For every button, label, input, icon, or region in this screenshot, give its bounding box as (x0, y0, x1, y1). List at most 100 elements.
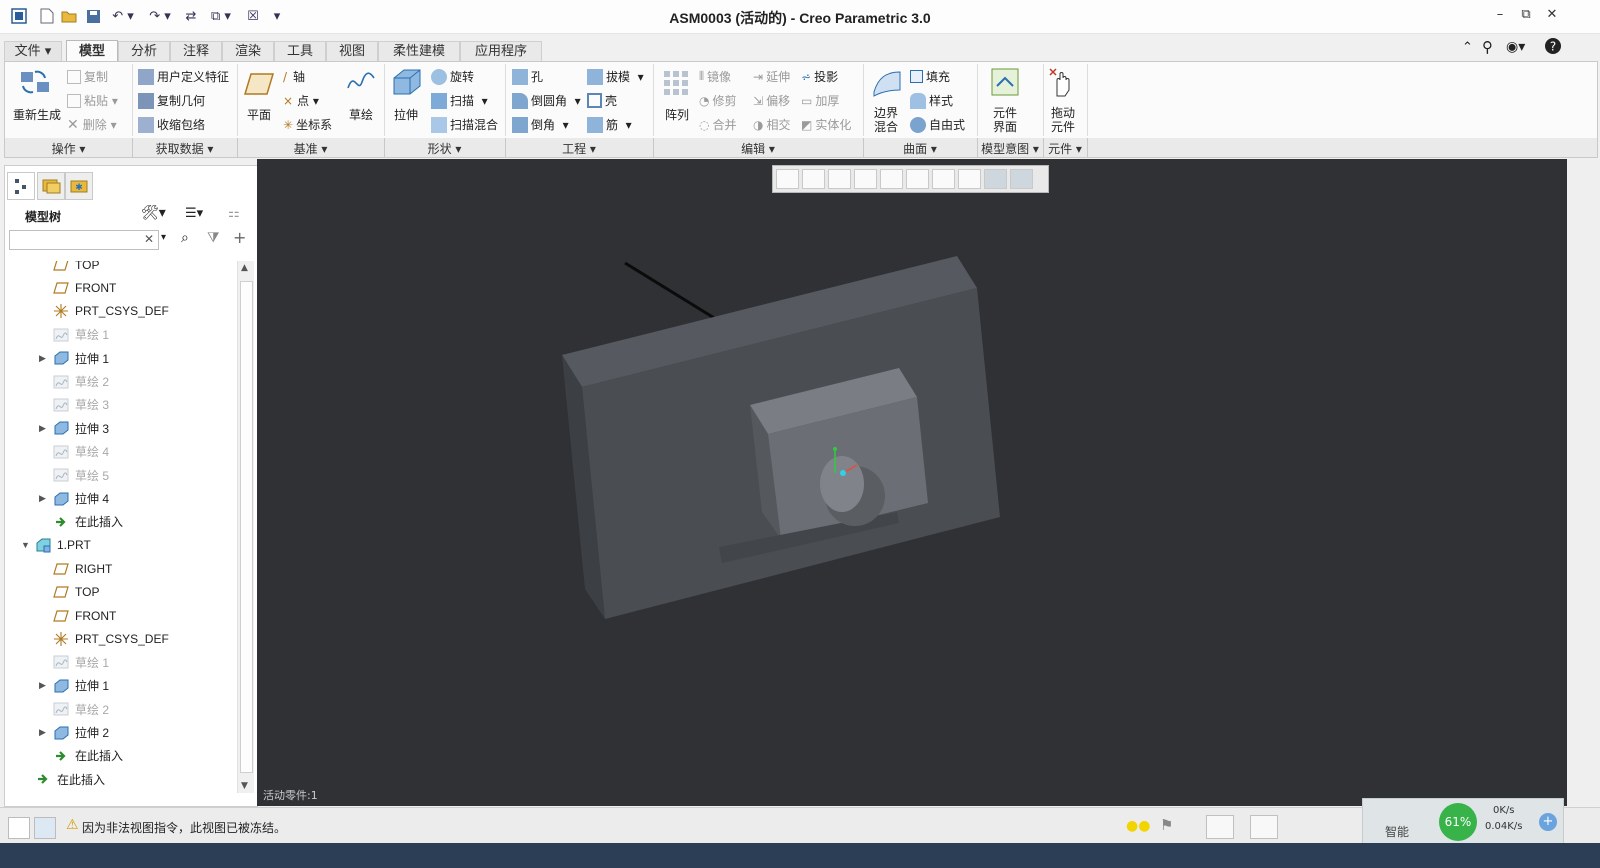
tree-row-part[interactable]: ▼ 1.PRT (21, 534, 91, 557)
search-dropdown-icon[interactable]: ▾ (161, 232, 166, 243)
group-surfaces[interactable]: 曲面 ▾ (863, 140, 977, 157)
freestyle-button[interactable]: 自由式 (910, 116, 965, 133)
tree-row-sketch[interactable]: 草绘 4 (53, 440, 109, 463)
find-binoculars-icon[interactable]: ⌕ (181, 230, 189, 246)
group-get-data[interactable]: 获取数据 ▾ (132, 140, 237, 157)
help-icon[interactable]: ? (1544, 37, 1562, 58)
regen-status-icon[interactable]: ●● (1126, 818, 1150, 834)
mirror-button[interactable]: ⫴ 镜像 (699, 68, 731, 85)
tree-row-datum-plane[interactable]: FRONT (53, 276, 116, 299)
trim-button[interactable]: ◔ 修剪 (699, 92, 737, 109)
minimize-icon[interactable]: – (1490, 7, 1510, 25)
tree-row-datum-plane[interactable]: TOP (53, 581, 99, 604)
graphics-viewport[interactable]: 活动零件:1 (257, 159, 1567, 806)
tree-row-datum-plane[interactable]: RIGHT (53, 557, 112, 580)
tree-row-extrude-feature[interactable]: ▶ 拉伸 3 (39, 417, 109, 440)
swept-blend-button[interactable]: 扫描混合 (431, 116, 498, 133)
expand-arrow-icon[interactable]: ▶ (39, 353, 46, 364)
tree-row-coordinate-system[interactable]: PRT_CSYS_DEF (53, 627, 169, 650)
show-navigator-icon[interactable] (8, 817, 30, 839)
group-shapes[interactable]: 形状 ▾ (384, 140, 505, 157)
tree-row-insert-here[interactable]: 在此插入 (53, 744, 123, 767)
solidify-button[interactable]: ◩ 实体化 (801, 116, 851, 133)
intersect-button[interactable]: ◑ 相交 (753, 116, 791, 133)
close-icon[interactable]: ✕ (1542, 7, 1562, 25)
expand-arrow-icon[interactable]: ▶ (39, 680, 46, 691)
tab-view[interactable]: 视图 (326, 41, 378, 62)
tree-row-sketch[interactable]: 草绘 3 (53, 393, 109, 416)
paste-button[interactable]: 粘贴 ▾ (67, 92, 118, 109)
restore-icon[interactable]: ⧉ (1516, 7, 1536, 25)
tab-model[interactable]: 模型 (66, 40, 118, 63)
rib-button[interactable]: 筋 ▾ (587, 116, 632, 133)
tree-row-insert-here[interactable]: 在此插入 (53, 510, 123, 533)
flag-icon[interactable]: ⚑ (1160, 816, 1173, 834)
scroll-down-icon[interactable]: ▼ (241, 781, 248, 791)
selection-filter-icon[interactable] (1250, 815, 1278, 839)
tab-file[interactable]: 文件 ▾ (4, 41, 62, 62)
shell-button[interactable]: 壳 (587, 92, 617, 109)
fill-button[interactable]: 填充 (910, 68, 950, 85)
tab-tools[interactable]: 工具 (274, 41, 326, 62)
style-button[interactable]: 样式 (910, 92, 953, 109)
tree-row-extrude-feature[interactable]: ▶ 拉伸 1 (39, 674, 109, 697)
tree-filter-grid-icon[interactable]: ⚏ (228, 206, 240, 221)
tree-row-datum-plane[interactable]: FRONT (53, 604, 116, 627)
chamfer-button[interactable]: 倒角 ▾ (512, 116, 569, 133)
tree-search-input[interactable]: ✕ (9, 230, 159, 250)
group-operations[interactable]: 操作 ▾ (5, 140, 132, 157)
group-model-intent[interactable]: 模型意图 ▾ (977, 140, 1043, 157)
offset-button[interactable]: ⇲ 偏移 (753, 92, 790, 109)
copy-geometry-button[interactable]: 复制几何 (138, 92, 205, 109)
show-browser-icon[interactable] (34, 817, 56, 839)
project-button[interactable]: ⩫ 投影 (801, 68, 838, 85)
draft-button[interactable]: 拔模 ▾ (587, 68, 644, 85)
tree-row-extrude-feature[interactable]: ▶ 拉伸 4 (39, 487, 109, 510)
tree-row-sketch[interactable]: 草绘 1 (53, 323, 109, 346)
group-engineering[interactable]: 工程 ▾ (505, 140, 653, 157)
search-icon[interactable]: ⚲ (1482, 38, 1493, 56)
group-component[interactable]: 元件 ▾ (1043, 140, 1087, 157)
group-editing[interactable]: 编辑 ▾ (653, 140, 863, 157)
community-icon[interactable]: ◉▾ (1506, 39, 1525, 55)
tab-applications[interactable]: 应用程序 (460, 41, 542, 62)
extend-button[interactable]: ⇥ 延伸 (753, 68, 790, 85)
add-column-icon[interactable]: + (233, 228, 246, 247)
user-defined-feature-button[interactable]: 用户定义特征 (138, 68, 229, 85)
expand-arrow-icon[interactable]: ▶ (39, 493, 46, 504)
thicken-button[interactable]: ▭ 加厚 (801, 92, 839, 109)
merge-button[interactable]: ◌ 合并 (699, 116, 737, 133)
tab-analysis[interactable]: 分析 (118, 41, 170, 62)
point-button[interactable]: × 点 ▾ (283, 92, 319, 109)
tree-scrollbar[interactable]: ▲ ▼ (237, 261, 254, 793)
axis-button[interactable]: / 轴 (283, 68, 305, 85)
expand-arrow-icon[interactable]: ▶ (39, 727, 46, 738)
sweep-button[interactable]: 扫描 ▾ (431, 92, 488, 109)
tree-row-extrude-feature[interactable]: ▶ 拉伸 1 (39, 347, 109, 370)
revolve-button[interactable]: 旋转 (431, 68, 474, 85)
tree-row-coordinate-system[interactable]: PRT_CSYS_DEF (53, 300, 169, 323)
round-button[interactable]: 倒圆角 ▾ (512, 92, 581, 109)
tree-row-sketch[interactable]: 草绘 1 (53, 651, 109, 674)
tab-annotate[interactable]: 注释 (170, 41, 222, 62)
csys-button[interactable]: ✳ 坐标系 (283, 116, 332, 133)
hole-button[interactable]: 孔 (512, 68, 543, 85)
copy-button[interactable]: 复制 (67, 68, 108, 85)
expand-plus-icon[interactable]: + (1539, 813, 1557, 831)
scroll-thumb[interactable] (240, 281, 253, 773)
scroll-up-icon[interactable]: ▲ (241, 263, 248, 273)
tree-row-sketch[interactable]: 草绘 2 (53, 370, 109, 393)
tree-row-sketch[interactable]: 草绘 2 (53, 698, 109, 721)
tab-render[interactable]: 渲染 (222, 41, 274, 62)
show-icon[interactable]: ☰▾ (185, 206, 203, 221)
tree-row-sketch[interactable]: 草绘 5 (53, 464, 109, 487)
collapse-ribbon-icon[interactable]: ⌃ (1462, 40, 1473, 55)
group-datum[interactable]: 基准 ▾ (237, 140, 384, 157)
favorites-tab-icon[interactable]: ✱ (65, 172, 93, 200)
model-tree-tab-icon[interactable] (7, 172, 35, 200)
find-icon[interactable] (1206, 815, 1234, 839)
shrinkwrap-button[interactable]: 收缩包络 (138, 116, 205, 133)
tab-flexible-modeling[interactable]: 柔性建模 (378, 41, 460, 62)
tree-row-insert-here[interactable]: 在此插入 (35, 768, 105, 791)
folder-browser-tab-icon[interactable] (37, 172, 65, 200)
